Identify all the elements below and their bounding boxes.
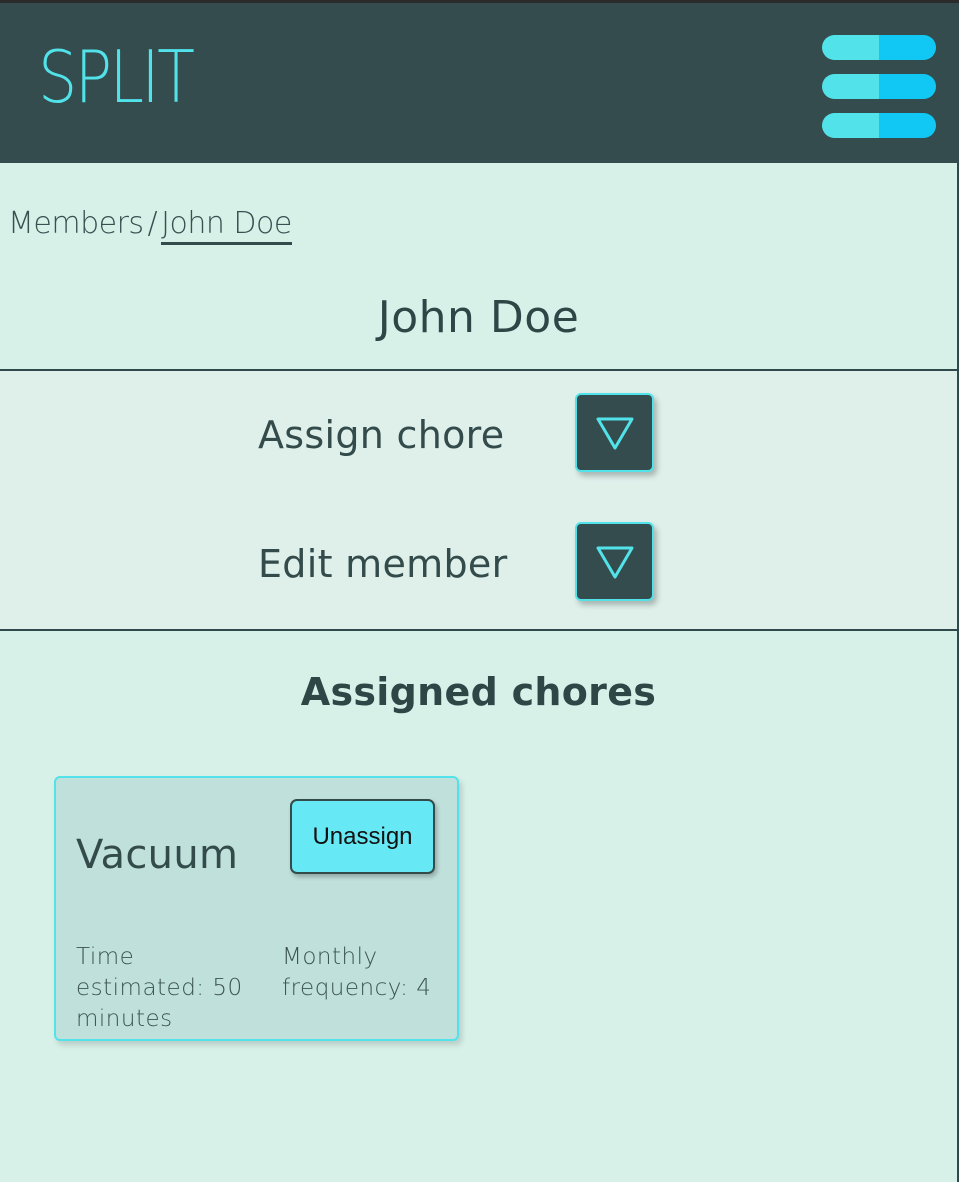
breadcrumb-current[interactable]: John Doe: [161, 206, 292, 245]
app-header: SPLIT: [0, 3, 959, 163]
breadcrumb-separator: /: [147, 206, 158, 241]
breadcrumb: Members / John Doe: [8, 206, 292, 245]
assign-chore-row: Assign chore: [0, 393, 959, 473]
chore-monthly-frequency: Monthly frequency: 4: [282, 944, 432, 1001]
triangle-down-icon: [596, 417, 634, 450]
page-title: John Doe: [377, 292, 580, 343]
app-logo[interactable]: SPLIT: [38, 41, 195, 113]
breadcrumb-members-link[interactable]: Members: [8, 206, 144, 241]
edit-member-row: Edit member: [0, 522, 959, 602]
member-actions-panel: Assign chore Edit member: [0, 369, 959, 631]
assign-chore-label: Assign chore: [258, 413, 505, 457]
triangle-down-icon: [596, 546, 634, 579]
chore-time-estimate: Time estimated: 50 minutes: [76, 944, 243, 1032]
hamburger-menu-icon[interactable]: [822, 33, 936, 139]
assigned-chores-heading: Assigned chores: [300, 670, 657, 714]
menu-bar: [822, 74, 936, 99]
assign-chore-toggle-button[interactable]: [575, 393, 654, 472]
menu-bar: [822, 113, 936, 138]
edit-member-label: Edit member: [258, 542, 508, 586]
edit-member-toggle-button[interactable]: [575, 522, 654, 601]
unassign-button[interactable]: Unassign: [290, 799, 435, 874]
chore-card: Vacuum Unassign Time estimated: 50 minut…: [54, 776, 459, 1041]
menu-bar: [822, 35, 936, 60]
chore-name: Vacuum: [76, 832, 239, 878]
page: SPLIT Members / John Doe John Doe Assign c…: [0, 0, 959, 1182]
